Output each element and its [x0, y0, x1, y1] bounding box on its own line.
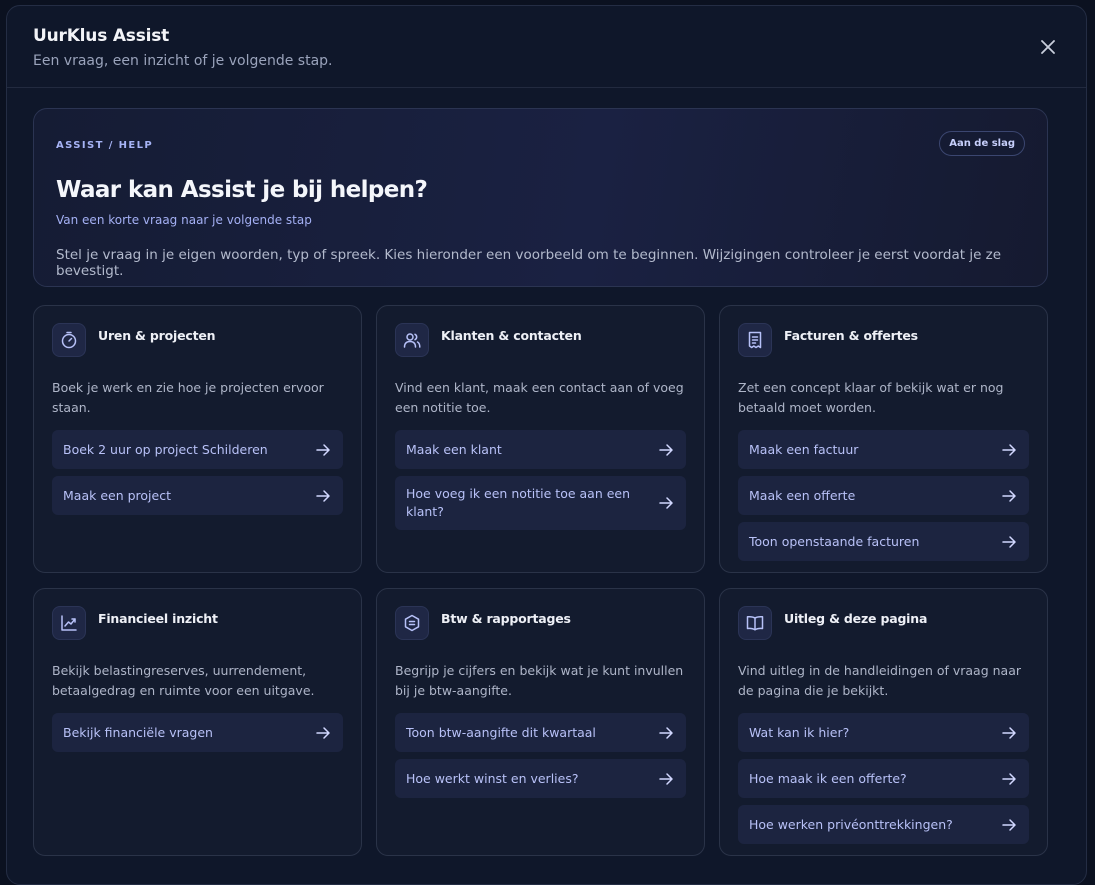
action-create-client[interactable]: Maak een klant [395, 430, 686, 469]
action-label: Hoe werken privéonttrekkingen? [749, 816, 953, 832]
action-private-withdrawals[interactable]: Hoe werken privéonttrekkingen? [738, 805, 1029, 844]
action-create-quote[interactable]: Maak een offerte [738, 476, 1029, 515]
hero-body: Stel je vraag in je eigen woorden, typ o… [56, 247, 1002, 279]
card-description: Bekijk belastingreserves, uurrendement, … [52, 663, 315, 698]
arrow-right-icon [1002, 535, 1016, 548]
assist-dialog: UurKlus Assist Een vraag, een inzicht of… [6, 5, 1087, 885]
book-icon [738, 606, 772, 640]
action-vat-return[interactable]: Toon btw-aangifte dit kwartaal [395, 713, 686, 752]
arrow-right-icon [659, 497, 673, 509]
card-title: Uitleg & deze pagina [784, 611, 928, 626]
arrow-right-icon [659, 726, 673, 739]
action-label: Maak een offerte [749, 487, 856, 503]
action-create-invoice[interactable]: Maak een factuur [738, 430, 1029, 469]
action-label: Maak een factuur [749, 441, 859, 457]
card-description: Vind een klant, maak een contact aan of … [395, 380, 684, 415]
arrow-right-icon [316, 489, 330, 502]
dialog-title: UurKlus Assist [33, 26, 170, 46]
action-financial-questions[interactable]: Bekijk financiële vragen [52, 713, 343, 752]
dialog-subtitle: Een vraag, een inzicht of je volgende st… [33, 53, 333, 69]
action-what-can-i-do[interactable]: Wat kan ik hier? [738, 713, 1029, 752]
arrow-right-icon [1002, 726, 1016, 739]
hero-panel: ASSIST / HELP Aan de slag Waar kan Assis… [33, 108, 1048, 287]
card-description: Vind uitleg in de handleidingen of vraag… [738, 663, 1022, 698]
card-title: Btw & rapportages [441, 611, 571, 626]
get-started-badge: Aan de slag [939, 131, 1025, 156]
action-label: Hoe voeg ik een notitie toe aan een klan… [406, 486, 631, 519]
arrow-right-icon [1002, 489, 1016, 502]
hero-eyebrow: ASSIST / HELP [56, 140, 154, 151]
trend-chart-icon [52, 606, 86, 640]
card-title: Klanten & contacten [441, 328, 582, 343]
arrow-right-icon [1002, 818, 1016, 831]
card-description: Boek je werk en zie hoe je projecten erv… [52, 380, 324, 415]
action-label: Wat kan ik hier? [749, 724, 850, 740]
card-description: Begrijp je cijfers en bekijk wat je kunt… [395, 663, 684, 698]
action-label: Maak een klant [406, 441, 502, 457]
action-label: Bekijk financiële vragen [63, 724, 213, 740]
action-label: Boek 2 uur op project Schilderen [63, 441, 268, 457]
action-profit-loss[interactable]: Hoe werkt winst en verlies? [395, 759, 686, 798]
hero-subtitle: Van een korte vraag naar je volgende sta… [56, 213, 312, 227]
close-button[interactable] [1038, 37, 1058, 57]
hero-title: Waar kan Assist je bij helpen? [56, 177, 428, 203]
card-clients-contacts: Klanten & contacten Vind een klant, maak… [376, 305, 705, 573]
arrow-right-icon [316, 726, 330, 739]
arrow-right-icon [316, 443, 330, 456]
arrow-right-icon [1002, 443, 1016, 456]
action-create-project[interactable]: Maak een project [52, 476, 343, 515]
action-add-note[interactable]: Hoe voeg ik een notitie toe aan een klan… [395, 476, 686, 530]
card-invoices-quotes: Facturen & offertes Zet een concept klaa… [719, 305, 1048, 573]
card-vat-reports: Btw & rapportages Begrijp je cijfers en … [376, 588, 705, 856]
arrow-right-icon [659, 443, 673, 456]
card-hours-projects: Uren & projecten Boek je werk en zie hoe… [33, 305, 362, 573]
action-how-quote[interactable]: Hoe maak ik een offerte? [738, 759, 1029, 798]
action-label: Hoe werkt winst en verlies? [406, 770, 579, 786]
action-label: Toon btw-aangifte dit kwartaal [406, 724, 596, 740]
users-icon [395, 323, 429, 357]
arrow-right-icon [659, 772, 673, 785]
close-icon [1041, 40, 1055, 54]
action-label: Hoe maak ik een offerte? [749, 770, 907, 786]
card-title: Uren & projecten [98, 328, 216, 343]
action-open-invoices[interactable]: Toon openstaande facturen [738, 522, 1029, 561]
action-book-hours[interactable]: Boek 2 uur op project Schilderen [52, 430, 343, 469]
dialog-header: UurKlus Assist Een vraag, een inzicht of… [7, 6, 1086, 88]
card-help-page: Uitleg & deze pagina Vind uitleg in de h… [719, 588, 1048, 856]
card-financial-insight: Financieel inzicht Bekijk belastingreser… [33, 588, 362, 856]
card-title: Financieel inzicht [98, 611, 218, 626]
receipt-icon [738, 323, 772, 357]
action-label: Maak een project [63, 487, 171, 503]
action-label: Toon openstaande facturen [749, 533, 920, 549]
tax-icon [395, 606, 429, 640]
card-description: Zet een concept klaar of bekijk wat er n… [738, 380, 1004, 415]
arrow-right-icon [1002, 772, 1016, 785]
card-title: Facturen & offertes [784, 328, 918, 343]
timer-icon [52, 323, 86, 357]
